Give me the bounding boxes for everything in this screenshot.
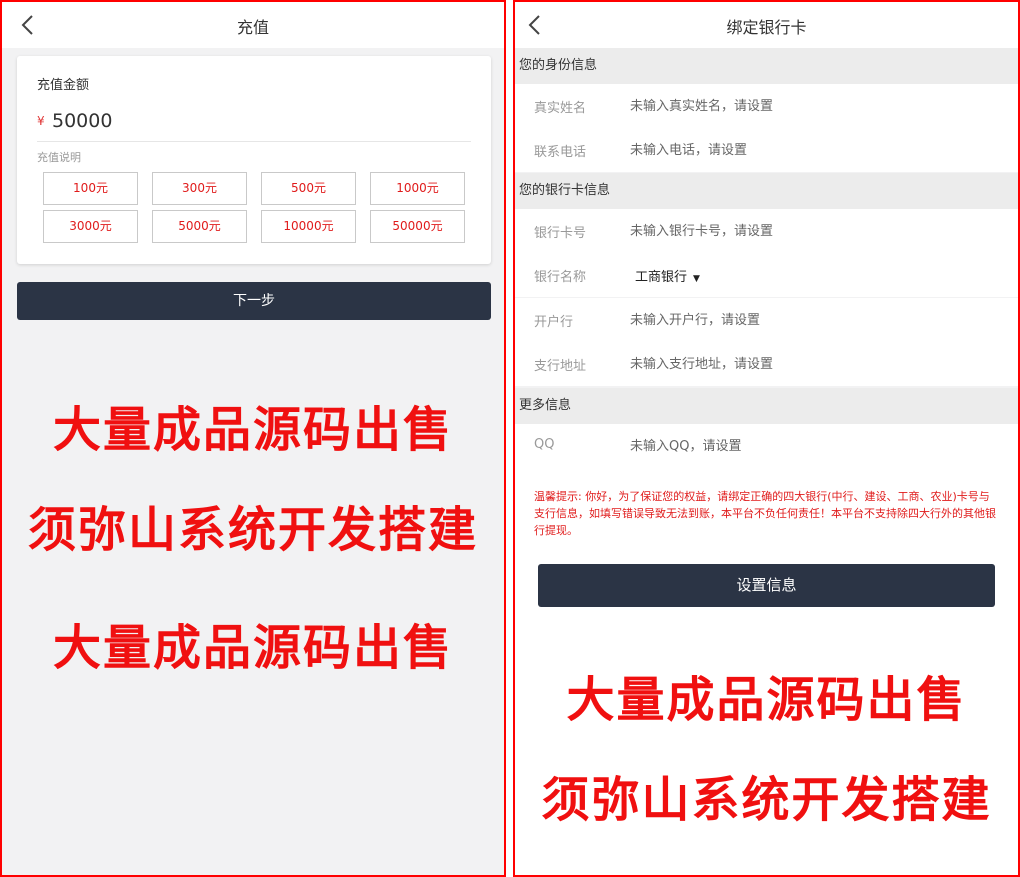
amount-option-1000[interactable]: 1000元 xyxy=(370,172,465,205)
card-number-input[interactable] xyxy=(630,217,1000,245)
amount-option-300[interactable]: 300元 xyxy=(152,172,247,205)
promo-text: 须弥山系统开发搭建 xyxy=(541,772,992,828)
page-title: 绑定银行卡 xyxy=(726,18,807,37)
back-button[interactable] xyxy=(18,12,42,38)
phone-input[interactable] xyxy=(630,136,1000,164)
amount-option-100[interactable]: 100元 xyxy=(43,172,138,205)
amount-label: 充值金额 xyxy=(37,78,90,93)
branch-address-input[interactable] xyxy=(630,350,1000,378)
promo-text: 须弥山系统开发搭建 xyxy=(27,502,478,558)
back-button[interactable] xyxy=(525,12,549,38)
phone-label: 联系电话 xyxy=(534,145,587,160)
real-name-label: 真实姓名 xyxy=(534,101,587,116)
bind-card-header: 绑定银行卡 xyxy=(515,2,1018,48)
identity-section-header: 您的身份信息 xyxy=(515,48,1018,84)
recharge-card: 充值金额 ¥ 充值说明 100元 300元 500元 1000元 3000元 5… xyxy=(17,56,491,264)
currency-symbol: ¥ xyxy=(37,114,45,128)
card-number-row: 银行卡号 xyxy=(515,209,1018,253)
recharge-note-label: 充值说明 xyxy=(37,151,81,164)
amount-option-50000[interactable]: 50000元 xyxy=(370,210,465,243)
promo-text: 大量成品源码出售 xyxy=(52,620,453,676)
branch-address-label: 支行地址 xyxy=(534,359,587,374)
branch-row: 开户行 xyxy=(515,298,1018,342)
notice-text: 温馨提示: 你好，为了保证您的权益，请绑定正确的四大银行(中行、建设、工商、农业… xyxy=(534,490,996,537)
set-info-button[interactable]: 设置信息 xyxy=(538,564,995,607)
card-number-label: 银行卡号 xyxy=(534,226,587,241)
real-name-input[interactable] xyxy=(630,92,1000,120)
card-section-header: 您的银行卡信息 xyxy=(515,173,1018,209)
qq-row: QQ xyxy=(515,424,1018,468)
page-title: 充值 xyxy=(236,18,269,37)
recharge-header: 充值 xyxy=(2,2,504,48)
amount-option-10000[interactable]: 10000元 xyxy=(261,210,356,243)
amount-option-3000[interactable]: 3000元 xyxy=(43,210,138,243)
branch-input[interactable] xyxy=(630,306,1000,334)
amount-option-5000[interactable]: 5000元 xyxy=(152,210,247,243)
chevron-left-icon xyxy=(21,15,33,35)
amount-row: ¥ xyxy=(37,106,471,142)
qq-label: QQ xyxy=(534,437,555,452)
bank-name-value: 工商银行 xyxy=(635,270,688,285)
qq-input[interactable] xyxy=(630,432,1000,460)
real-name-row: 真实姓名 xyxy=(515,84,1018,128)
chevron-left-icon xyxy=(528,15,540,35)
branch-label: 开户行 xyxy=(534,315,574,330)
bank-name-label: 银行名称 xyxy=(534,270,587,285)
bank-name-row: 银行名称 工商银行 ▼ xyxy=(515,253,1018,297)
recharge-screen: 充值 充值金额 ¥ 充值说明 100元 300元 500元 1000元 3000… xyxy=(0,0,506,877)
next-step-button[interactable]: 下一步 xyxy=(17,282,491,320)
amount-input[interactable] xyxy=(52,106,432,136)
bind-card-screen: 绑定银行卡 您的身份信息 真实姓名 联系电话 您的银行卡信息 银行卡号 银行名称… xyxy=(513,0,1020,877)
promo-text: 大量成品源码出售 xyxy=(566,672,967,728)
promo-text: 大量成品源码出售 xyxy=(52,402,453,458)
more-info-section-header: 更多信息 xyxy=(515,388,1018,424)
branch-address-row: 支行地址 xyxy=(515,342,1018,386)
bank-name-select[interactable]: 工商银行 ▼ xyxy=(635,266,700,285)
caret-down-icon: ▼ xyxy=(693,274,700,284)
amount-option-500[interactable]: 500元 xyxy=(261,172,356,205)
phone-row: 联系电话 xyxy=(515,128,1018,172)
